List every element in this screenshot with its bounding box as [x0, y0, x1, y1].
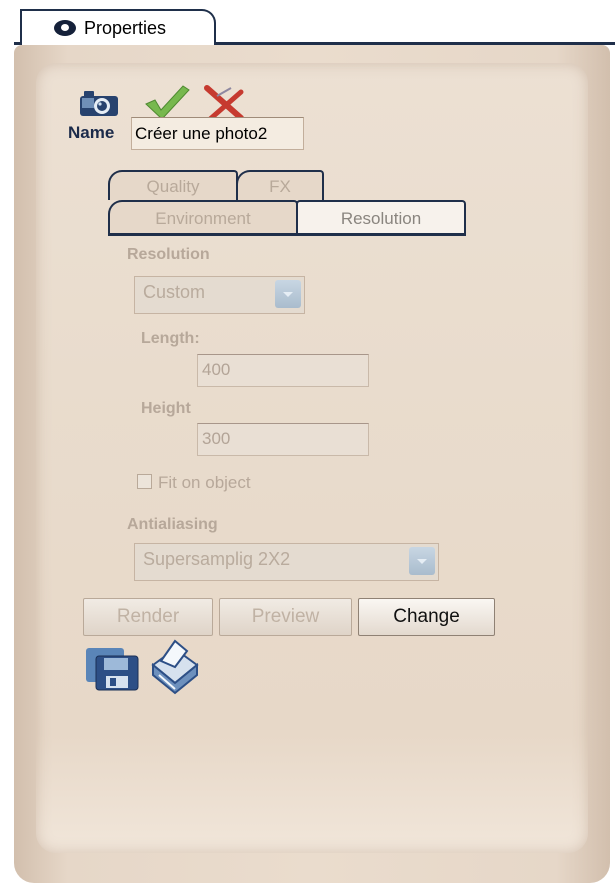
tab-quality[interactable]: Quality	[108, 170, 238, 200]
height-input[interactable]: 300	[197, 423, 369, 456]
fit-on-object-label: Fit on object	[158, 473, 251, 492]
tab-properties[interactable]: Properties	[20, 9, 216, 45]
chevron-down-icon[interactable]	[275, 280, 301, 308]
properties-window: Properties Name Créer une photo2 Quality…	[0, 0, 615, 887]
height-label: Height	[141, 400, 191, 417]
antialiasing-select[interactable]: Supersamplig 2X2	[134, 543, 439, 581]
tab-fx[interactable]: FX	[236, 170, 324, 200]
eye-icon	[54, 20, 76, 36]
preview-button[interactable]: Preview	[219, 598, 352, 636]
antialiasing-label: Antialiasing	[127, 516, 218, 533]
fit-on-object-checkbox[interactable]	[137, 474, 152, 489]
printer-icon[interactable]	[145, 639, 201, 697]
camera-icon[interactable]	[78, 88, 120, 118]
resolution-preset-select[interactable]: Custom	[134, 276, 305, 314]
chevron-down-icon[interactable]	[409, 547, 435, 575]
resolution-section-label: Resolution	[127, 246, 210, 263]
name-input[interactable]: Créer une photo2	[131, 117, 304, 150]
tab-properties-label: Properties	[84, 18, 167, 38]
save-icon[interactable]	[84, 646, 140, 692]
resolution-preset-value: Custom	[143, 282, 206, 302]
subtab-underline	[108, 233, 466, 236]
checkmark-icon[interactable]	[143, 82, 191, 122]
antialiasing-value: Supersamplig 2X2	[143, 549, 291, 569]
change-button[interactable]: Change	[358, 598, 495, 636]
render-button[interactable]: Render	[83, 598, 213, 636]
length-label: Length:	[141, 330, 200, 347]
name-label: Name	[68, 123, 115, 142]
tab-resolution[interactable]: Resolution	[296, 200, 466, 234]
length-input[interactable]: 400	[197, 354, 369, 387]
tab-environment[interactable]: Environment	[108, 200, 298, 234]
